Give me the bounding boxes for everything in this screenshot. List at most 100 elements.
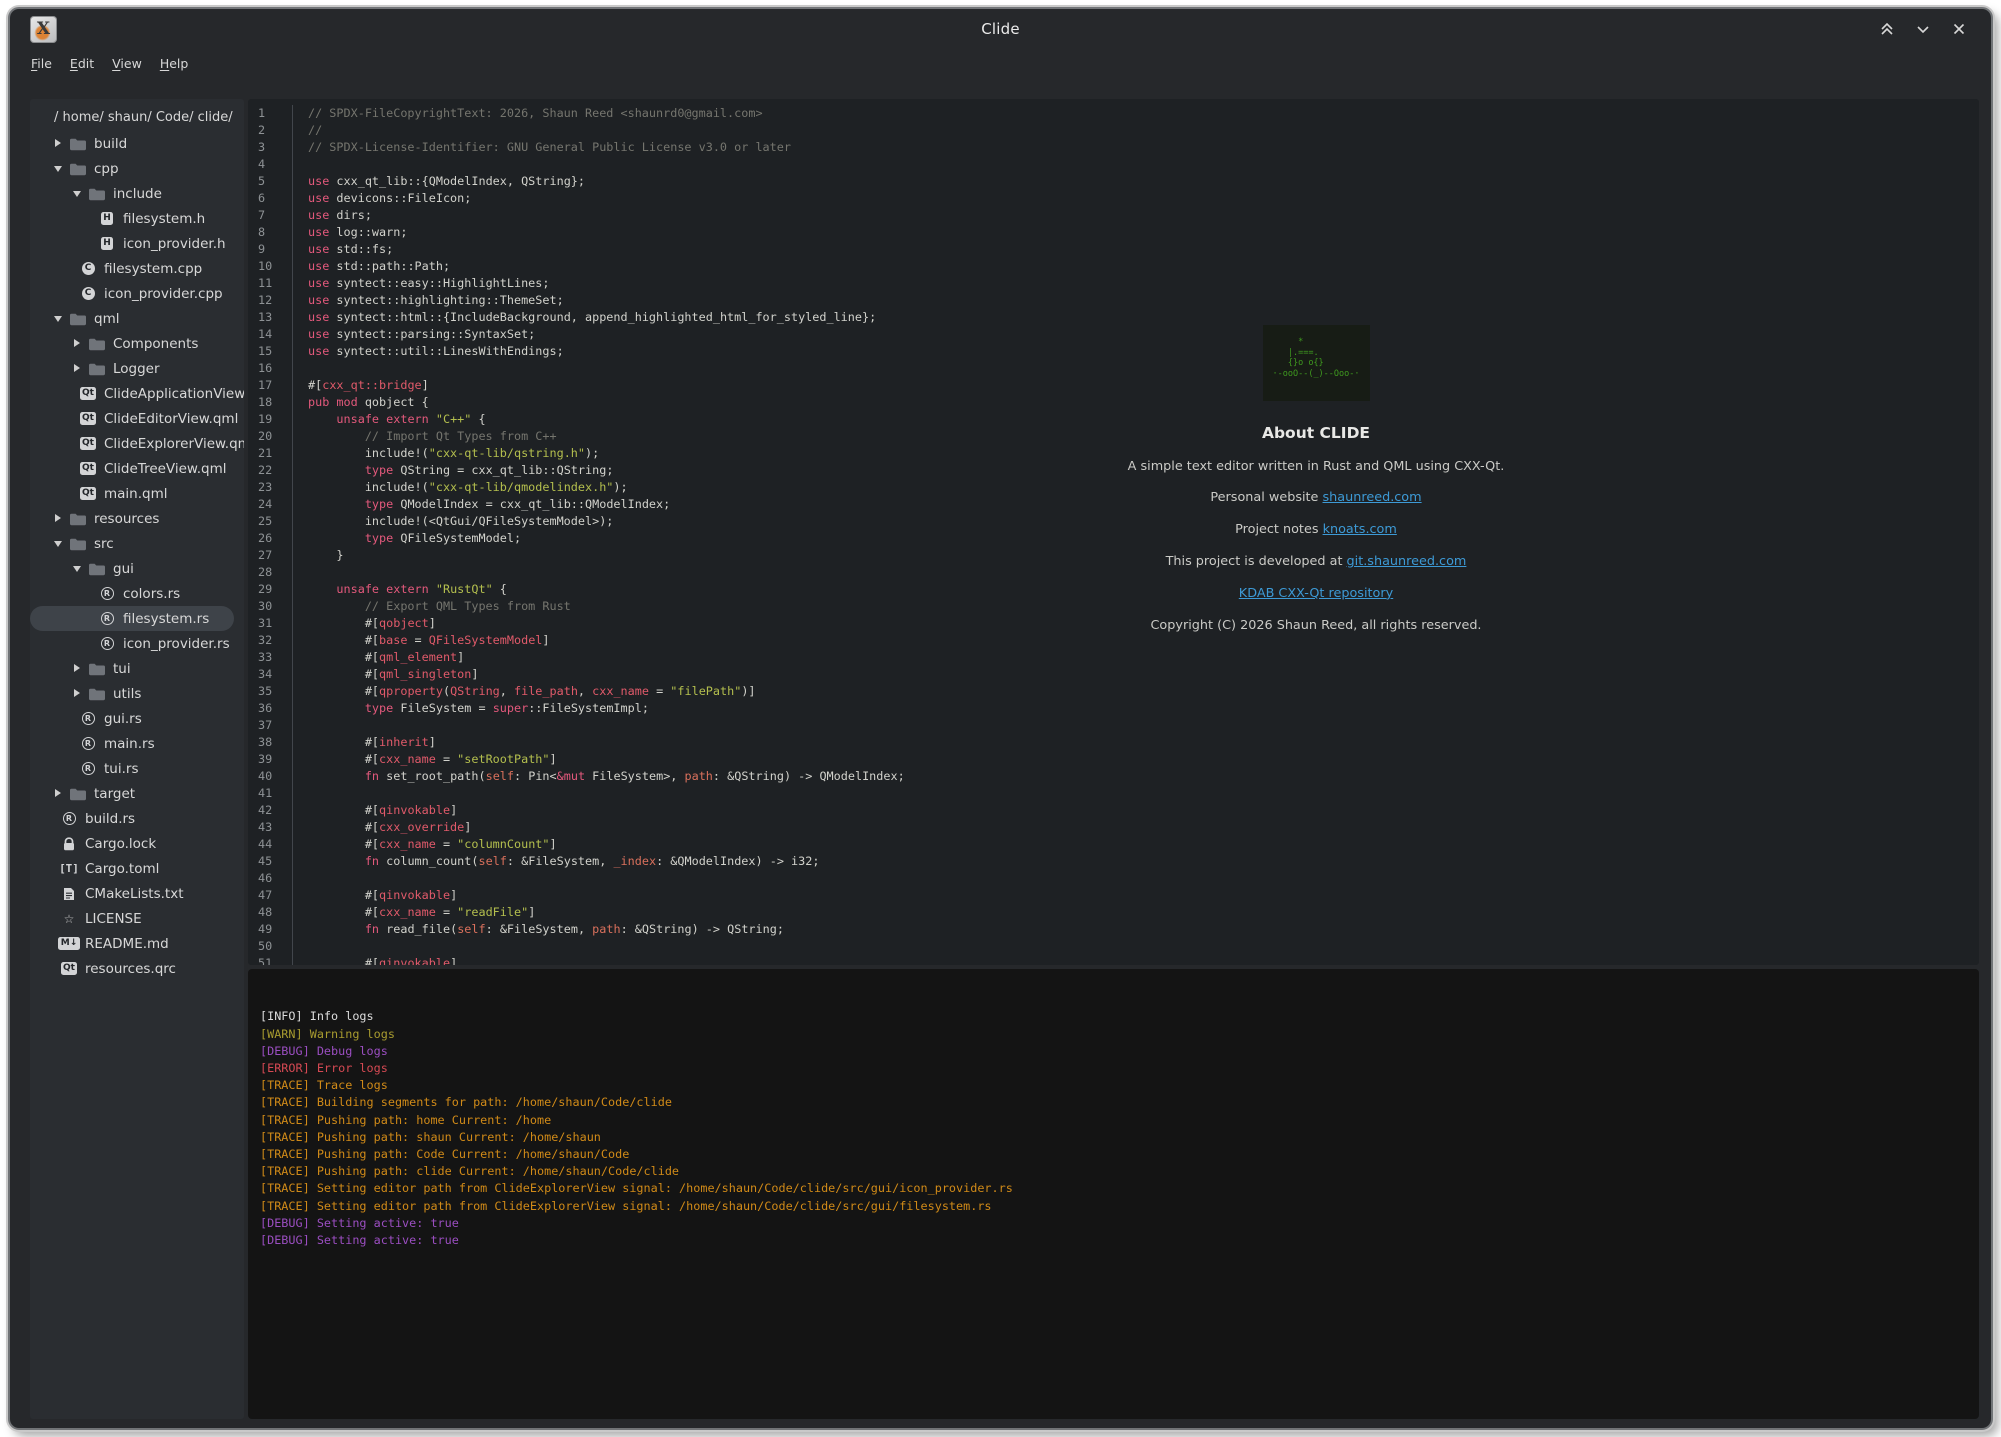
chevron-down-icon[interactable] (54, 314, 63, 323)
tree-item-cpp[interactable]: cpp (30, 156, 244, 181)
code-line: 50 (248, 938, 1979, 955)
line-number: 42 (248, 802, 293, 819)
maximize-button[interactable] (1877, 19, 1897, 39)
code-line: 46 (248, 870, 1979, 887)
tree-item-target[interactable]: target (30, 781, 244, 806)
tree-item-icon-provider-rs[interactable]: Ricon_provider.rs (30, 631, 244, 656)
tree-item-readme-md[interactable]: M↓README.md (30, 931, 244, 956)
tree-item-clideexplorerview-qml[interactable]: QtClideExplorerView.qml (30, 431, 244, 456)
code-text: fn column_count(self: &FileSystem, _inde… (293, 853, 819, 870)
tree-item-clideapplicationview-qml[interactable]: QtClideApplicationView.qml (30, 381, 244, 406)
link-kdab-cxx-qt-repository[interactable]: KDAB CXX-Qt repository (1239, 586, 1393, 601)
tree-item-clideeditorview-qml[interactable]: QtClideEditorView.qml (30, 406, 244, 431)
line-number: 1 (248, 105, 293, 122)
code-line: 44 #[cxx_name = "columnCount"] (248, 836, 1979, 853)
link-shaunreed-com[interactable]: shaunreed.com (1323, 490, 1422, 505)
chevron-right-icon[interactable] (73, 689, 82, 698)
toml-file-icon: [T] (60, 861, 78, 877)
tree-item-label: resources (94, 511, 159, 527)
rust-file-icon: R (98, 636, 116, 652)
minimize-button[interactable] (1913, 19, 1933, 39)
tree-item-gui-rs[interactable]: Rgui.rs (30, 706, 244, 731)
tree-item-filesystem-h[interactable]: Hfilesystem.h (30, 206, 244, 231)
chevron-down-icon[interactable] (54, 164, 63, 173)
tree-item-resources[interactable]: resources (30, 506, 244, 531)
log-line-trace: [TRACE] Pushing path: shaun Current: /ho… (260, 1129, 1967, 1146)
tree-item-tui[interactable]: tui (30, 656, 244, 681)
line-number: 6 (248, 190, 293, 207)
menu-file[interactable]: File (22, 53, 61, 74)
tree-item-include[interactable]: include (30, 181, 244, 206)
tree-item-label: tui.rs (104, 761, 138, 777)
chevron-right-icon[interactable] (54, 514, 63, 523)
link-git-shaunreed-com[interactable]: git.shaunreed.com (1347, 554, 1467, 569)
code-text: use log::warn; (293, 224, 407, 241)
line-number: 29 (248, 581, 293, 598)
code-text: use devicons::FileIcon; (293, 190, 471, 207)
tree-item-tui-rs[interactable]: Rtui.rs (30, 756, 244, 781)
code-text: #[qml_element] (293, 649, 464, 666)
tree-item-clidetreeview-qml[interactable]: QtClideTreeView.qml (30, 456, 244, 481)
code-line: 37 (248, 717, 1979, 734)
tree-item-build[interactable]: build (30, 131, 244, 156)
chevron-right-icon[interactable] (73, 664, 82, 673)
code-line: 10use std::path::Path; (248, 258, 1979, 275)
menu-edit[interactable]: Edit (61, 53, 103, 74)
tree-item-cmakelists-txt[interactable]: CMakeLists.txt (30, 881, 244, 906)
menu-help[interactable]: Help (151, 53, 198, 74)
code-text (293, 360, 308, 377)
menu-bar: FileEditViewHelp (10, 49, 1991, 77)
tree-item-icon-provider-h[interactable]: Hicon_provider.h (30, 231, 244, 256)
link-knoats-com[interactable]: knoats.com (1323, 522, 1397, 537)
tree-item-utils[interactable]: utils (30, 681, 244, 706)
code-line: 13use syntect::html::{IncludeBackground,… (248, 309, 1979, 326)
chevron-right-icon[interactable] (54, 139, 63, 148)
log-console[interactable]: [INFO] Info logs[WARN] Warning logs[DEBU… (248, 969, 1979, 1419)
tree-item-license[interactable]: ☆LICENSE (30, 906, 244, 931)
menu-view[interactable]: View (103, 53, 151, 74)
tree-item-components[interactable]: Components (30, 331, 244, 356)
tree-item-colors-rs[interactable]: Rcolors.rs (30, 581, 244, 606)
line-number: 13 (248, 309, 293, 326)
tree-item-gui[interactable]: gui (30, 556, 244, 581)
tree-item-filesystem-cpp[interactable]: Cfilesystem.cpp (30, 256, 244, 281)
line-number: 43 (248, 819, 293, 836)
code-text: use cxx_qt_lib::{QModelIndex, QString}; (293, 173, 585, 190)
file-explorer-panel[interactable]: / home/ shaun/ Code/ clide/ buildcppincl… (30, 99, 244, 1419)
tree-item-cargo-toml[interactable]: [T] Cargo.toml (30, 856, 244, 881)
chevron-down-icon[interactable] (54, 539, 63, 548)
line-number: 50 (248, 938, 293, 955)
chevron-down-icon[interactable] (73, 189, 82, 198)
code-line: 34 #[qml_singleton] (248, 666, 1979, 683)
chevron-down-icon[interactable] (73, 564, 82, 573)
tree-item-cargo-lock[interactable]: Cargo.lock (30, 831, 244, 856)
title-bar[interactable]: X Clide (10, 9, 1991, 49)
folder-icon (69, 511, 87, 527)
code-text: type FileSystem = super::FileSystemImpl; (293, 700, 649, 717)
code-line: 32 #[base = QFileSystemModel] (248, 632, 1979, 649)
code-editor[interactable]: 1// SPDX-FileCopyrightText: 2026, Shaun … (248, 99, 1979, 965)
tree-item-main-qml[interactable]: Qtmain.qml (30, 481, 244, 506)
tree-item-build-rs[interactable]: Rbuild.rs (30, 806, 244, 831)
tree-item-logger[interactable]: Logger (30, 356, 244, 381)
cpp-file-icon: C (79, 261, 97, 277)
chevron-right-icon[interactable] (73, 339, 82, 348)
rust-file-icon: R (60, 811, 78, 827)
log-line-warn: [WARN] Warning logs (260, 1026, 1967, 1043)
log-line-trace: [TRACE] Pushing path: clide Current: /ho… (260, 1163, 1967, 1180)
tree-item-filesystem-rs[interactable]: Rfilesystem.rs (30, 606, 234, 631)
code-line: 5use cxx_qt_lib::{QModelIndex, QString}; (248, 173, 1979, 190)
code-text: use std::fs; (293, 241, 393, 258)
chevron-right-icon[interactable] (73, 364, 82, 373)
editor-column: 1// SPDX-FileCopyrightText: 2026, Shaun … (248, 99, 1979, 1419)
tree-item-icon-provider-cpp[interactable]: Cicon_provider.cpp (30, 281, 244, 306)
code-line: 33 #[qml_element] (248, 649, 1979, 666)
chevron-right-icon[interactable] (54, 789, 63, 798)
tree-item-label: Cargo.toml (85, 861, 159, 877)
tree-item-qml[interactable]: qml (30, 306, 244, 331)
code-text: #[cxx_name = "setRootPath"] (293, 751, 557, 768)
tree-item-src[interactable]: src (30, 531, 244, 556)
close-button[interactable] (1949, 19, 1969, 39)
tree-item-resources-qrc[interactable]: Qtresources.qrc (30, 956, 244, 981)
tree-item-main-rs[interactable]: Rmain.rs (30, 731, 244, 756)
